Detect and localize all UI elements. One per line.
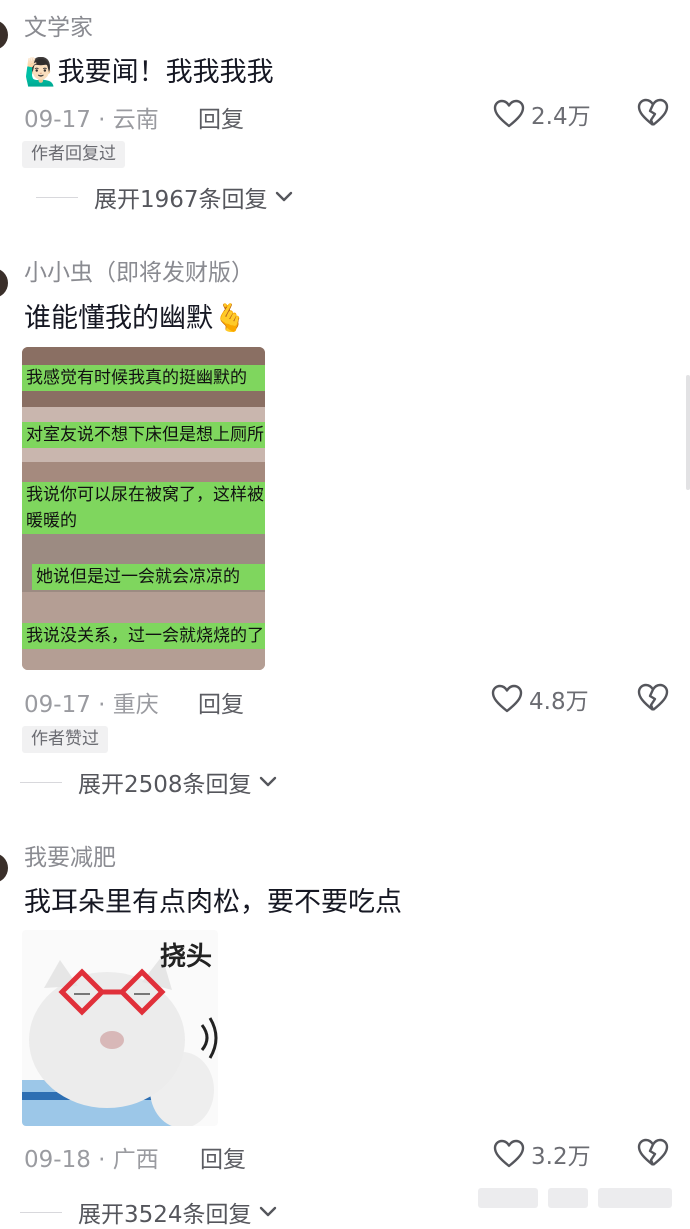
chat-bubble: 对室友说不想下床但是想上厕所 bbox=[22, 422, 265, 448]
heart-icon bbox=[493, 1139, 525, 1168]
comment-meta: 09-18 · 广西 bbox=[24, 1147, 159, 1173]
comment-image[interactable]: 我感觉有时候我真的挺幽默的 对室友说不想下床但是想上厕所 我说你可以尿在被窝了，… bbox=[22, 347, 265, 670]
scrollbar[interactable] bbox=[686, 375, 690, 490]
comment-meta: 09-17 · 云南 bbox=[24, 107, 159, 133]
comment-date: 09-17 bbox=[24, 692, 91, 718]
comment-meta: 09-17 · 重庆 bbox=[24, 692, 159, 718]
comment-text: 🙋🏻‍♂️我要闻！我我我我 bbox=[24, 57, 274, 88]
comment-date: 09-18 bbox=[24, 1147, 91, 1173]
comment-text: 我耳朵里有点肉松，要不要吃点 bbox=[24, 887, 402, 918]
comment-date: 09-17 bbox=[24, 107, 91, 133]
author-replied-badge: 作者回复过 bbox=[22, 141, 125, 168]
expand-replies-label: 展开3524条回复 bbox=[78, 1202, 252, 1228]
chat-bubble: 我说你可以尿在被窝了，这样被窝 bbox=[22, 482, 265, 508]
chevron-down-icon bbox=[275, 191, 292, 202]
watermark bbox=[478, 1188, 678, 1210]
divider-line bbox=[36, 196, 78, 198]
chevron-down-icon bbox=[259, 776, 276, 787]
like-count: 3.2万 bbox=[531, 1144, 591, 1170]
divider-line bbox=[20, 781, 62, 783]
broken-heart-icon[interactable] bbox=[637, 683, 669, 713]
expand-replies[interactable]: 展开3524条回复 bbox=[20, 1195, 278, 1229]
expand-replies[interactable]: 展开1967条回复 bbox=[36, 180, 294, 214]
chevron-down-icon bbox=[259, 1206, 276, 1217]
chat-bubble: 她说但是过一会就会凉凉的 bbox=[32, 564, 265, 590]
avatar[interactable] bbox=[0, 20, 8, 50]
avatar[interactable] bbox=[0, 853, 8, 883]
like-button[interactable]: 4.8万 bbox=[491, 682, 589, 716]
comment-image[interactable]: 挠头 bbox=[22, 930, 218, 1126]
expand-replies[interactable]: 展开2508条回复 bbox=[20, 765, 278, 799]
comment-location: 云南 bbox=[112, 107, 159, 133]
username[interactable]: 我要减肥 bbox=[24, 838, 116, 872]
emoji: 🙋🏻‍♂️ bbox=[24, 57, 58, 88]
reply-button[interactable]: 回复 bbox=[200, 1140, 246, 1174]
heart-icon bbox=[491, 684, 523, 713]
avatar[interactable] bbox=[0, 268, 8, 298]
expand-replies-label: 展开1967条回复 bbox=[94, 187, 268, 213]
chat-bubble: 我感觉有时候我真的挺幽默的 bbox=[22, 365, 265, 391]
author-liked-badge: 作者赞过 bbox=[22, 726, 108, 753]
broken-heart-icon[interactable] bbox=[637, 98, 669, 128]
chat-bubble: 我说没关系，过一会就烧烧的了 bbox=[22, 623, 265, 649]
reply-button[interactable]: 回复 bbox=[198, 100, 244, 134]
expand-replies-label: 展开2508条回复 bbox=[78, 772, 252, 798]
broken-heart-icon[interactable] bbox=[637, 1138, 669, 1168]
username[interactable]: 文学家 bbox=[24, 8, 93, 42]
like-count: 2.4万 bbox=[531, 104, 591, 130]
like-button[interactable]: 2.4万 bbox=[493, 97, 591, 131]
comment-location: 广西 bbox=[112, 1147, 159, 1173]
sticker-caption: 挠头 bbox=[159, 942, 212, 972]
like-button[interactable]: 3.2万 bbox=[493, 1137, 591, 1171]
divider-line bbox=[20, 1211, 62, 1213]
chat-bubble: 暖暖的 bbox=[22, 508, 265, 534]
username[interactable]: 小小虫（即将发财版） bbox=[24, 253, 254, 287]
like-count: 4.8万 bbox=[529, 689, 589, 715]
comment-location: 重庆 bbox=[112, 692, 159, 718]
heart-icon bbox=[493, 99, 525, 128]
comment-text: 谁能懂我的幽默🫰 bbox=[24, 303, 247, 334]
reply-button[interactable]: 回复 bbox=[198, 685, 244, 719]
emoji: 🫰 bbox=[213, 303, 247, 334]
